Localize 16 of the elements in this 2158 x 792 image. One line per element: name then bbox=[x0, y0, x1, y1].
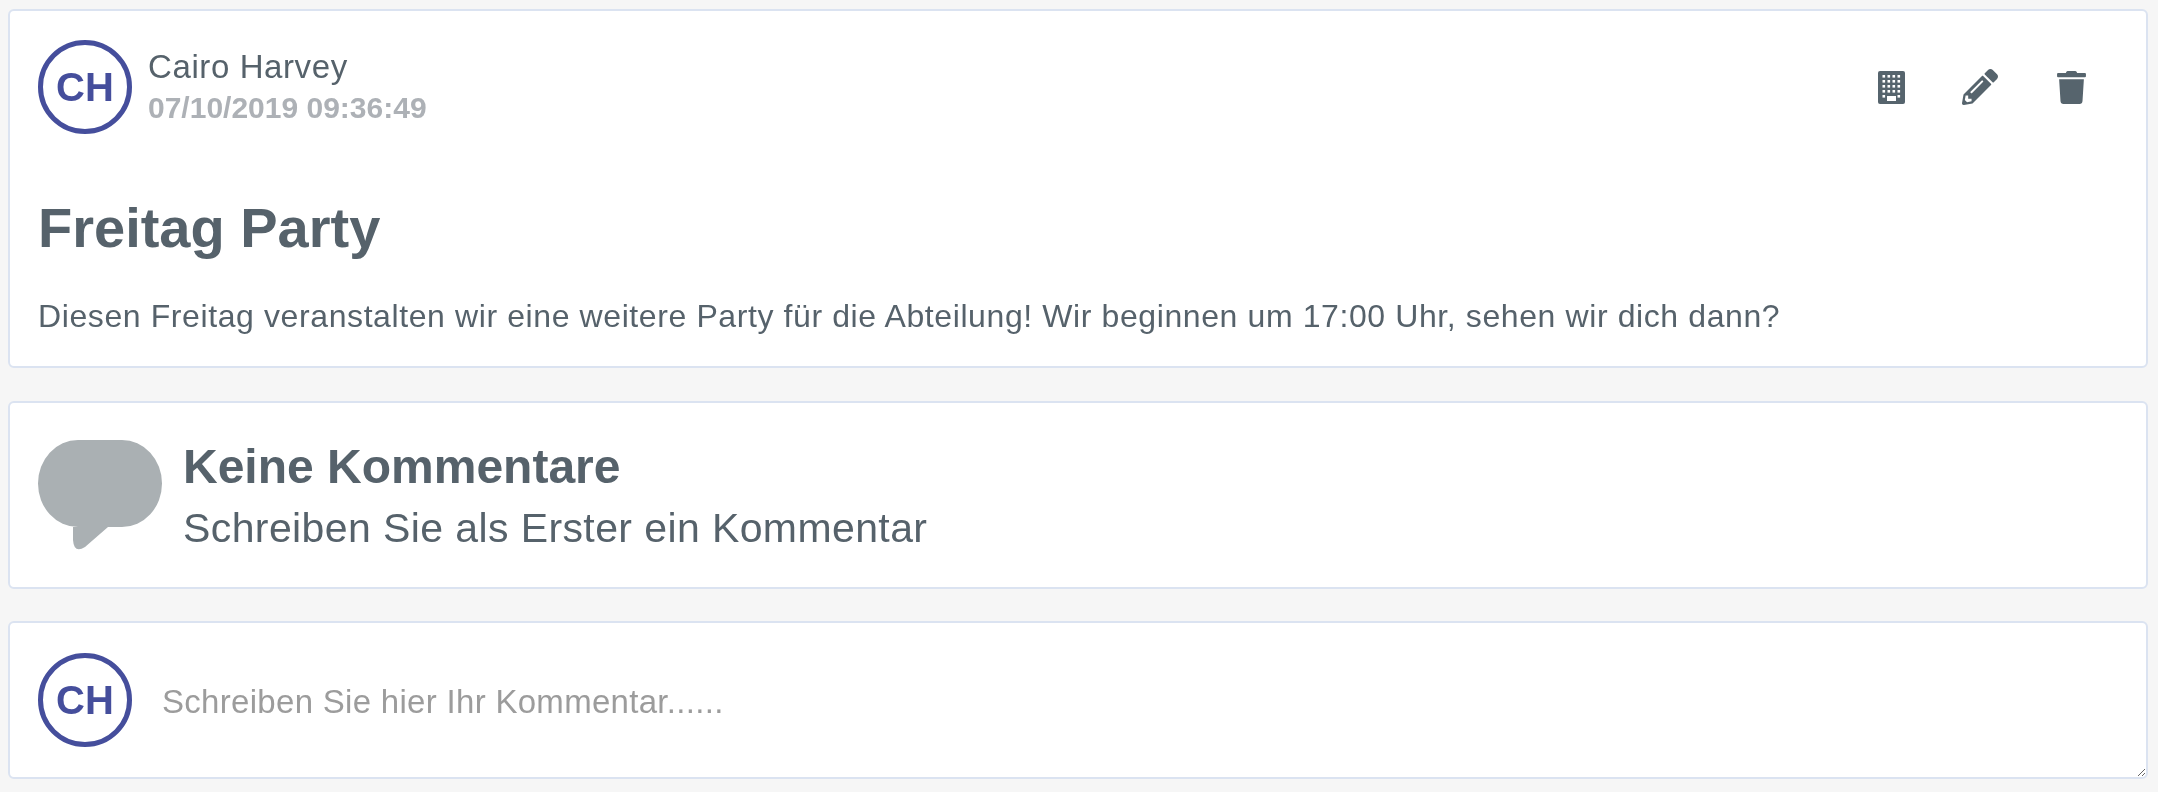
post-body: Diesen Freitag veranstalten wir eine weitere Party für die Abteilung! Wir beginnen um 17:00 Uhr, sehen wir dich dann? bbox=[38, 297, 1782, 336]
speech-bubble-icon bbox=[38, 440, 162, 550]
pencil-icon bbox=[1962, 69, 1998, 105]
delete-button[interactable] bbox=[2055, 70, 2088, 104]
building-icon bbox=[1878, 70, 1905, 104]
comment-field[interactable]: CH Schreiben Sie hier Ihr Kommentar...... bbox=[8, 621, 2148, 779]
edit-button[interactable] bbox=[1962, 69, 1998, 105]
building-button[interactable] bbox=[1878, 70, 1905, 104]
avatar: CH bbox=[38, 653, 132, 747]
post-title: Freitag Party bbox=[38, 195, 382, 261]
post-timestamp: 07/10/2019 09:36:49 bbox=[148, 90, 427, 126]
trash-icon bbox=[2055, 70, 2088, 104]
empty-comments-title: Keine Kommentare bbox=[183, 439, 621, 495]
author-name: Cairo Harvey bbox=[148, 48, 348, 86]
avatar: CH bbox=[38, 40, 132, 134]
empty-comments-subtitle: Schreiben Sie als Erster ein Kommentar bbox=[183, 505, 928, 551]
